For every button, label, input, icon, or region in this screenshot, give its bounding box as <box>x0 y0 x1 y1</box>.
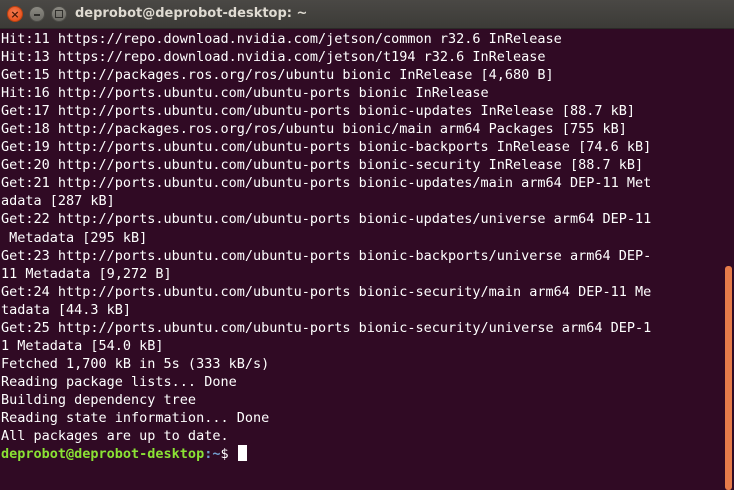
output-line: 11 Metadata [9,272 B] <box>1 265 172 282</box>
output-line: Hit:11 https://repo.download.nvidia.com/… <box>1 31 562 47</box>
maximize-icon[interactable] <box>51 6 67 22</box>
output-line: Reading state information... Done <box>1 409 270 426</box>
window-title: deprobot@deprobot-desktop: ~ <box>75 6 308 21</box>
terminal-window: × deprobot@deprobot-desktop: ~ Hit:11 ht… <box>0 0 734 490</box>
scrollbar[interactable] <box>720 30 734 490</box>
output-line: Get:23 http://ports.ubuntu.com/ubuntu-po… <box>1 247 652 264</box>
output-line: Hit:16 http://ports.ubuntu.com/ubuntu-po… <box>1 85 489 102</box>
output-line: 1 Metadata [54.0 kB] <box>1 337 164 354</box>
output-line: Get:24 http://ports.ubuntu.com/ubuntu-po… <box>1 283 652 300</box>
prompt-line[interactable]: deprobot@deprobot-desktop:~$ <box>1 445 719 462</box>
output-line: Metadata [295 kB] <box>1 229 148 246</box>
output-line: Get:21 http://ports.ubuntu.com/ubuntu-po… <box>1 175 652 192</box>
output-line: Building dependency tree <box>1 391 197 408</box>
title-bar[interactable]: × deprobot@deprobot-desktop: ~ <box>0 0 734 29</box>
output-line: Get:18 http://packages.ros.org/ros/ubunt… <box>1 121 627 138</box>
output-line: Get:20 http://ports.ubuntu.com/ubuntu-po… <box>1 157 644 174</box>
output-line: Get:25 http://ports.ubuntu.com/ubuntu-po… <box>1 319 652 336</box>
output-line: Get:19 http://ports.ubuntu.com/ubuntu-po… <box>1 139 652 156</box>
output-line: adata [287 kB] <box>1 193 115 210</box>
output-lines: Hit:11 https://repo.download.nvidia.com/… <box>1 30 719 445</box>
output-line: Get:22 http://ports.ubuntu.com/ubuntu-po… <box>1 211 652 228</box>
output-line: Fetched 1,700 kB in 5s (333 kB/s) <box>1 355 270 372</box>
output-line: Get:17 http://ports.ubuntu.com/ubuntu-po… <box>1 103 635 120</box>
output-line: tadata [44.3 kB] <box>1 301 132 318</box>
prompt-symbol: $ <box>220 446 237 462</box>
output-line: All packages are up to date. <box>1 428 229 445</box>
close-icon[interactable]: × <box>7 6 23 22</box>
prompt-path: :~ <box>204 446 221 462</box>
prompt-user-host: deprobot@deprobot-desktop <box>1 446 205 462</box>
output-line: Reading package lists... Done <box>1 373 237 390</box>
output-line: Get:15 http://packages.ros.org/ros/ubunt… <box>1 67 554 84</box>
output-line: Hit:13 https://repo.download.nvidia.com/… <box>1 49 546 66</box>
terminal-output[interactable]: Hit:11 https://repo.download.nvidia.com/… <box>1 30 719 462</box>
minimize-icon[interactable] <box>29 6 45 22</box>
text-cursor <box>237 445 247 462</box>
scrollbar-thumb[interactable] <box>725 266 732 490</box>
